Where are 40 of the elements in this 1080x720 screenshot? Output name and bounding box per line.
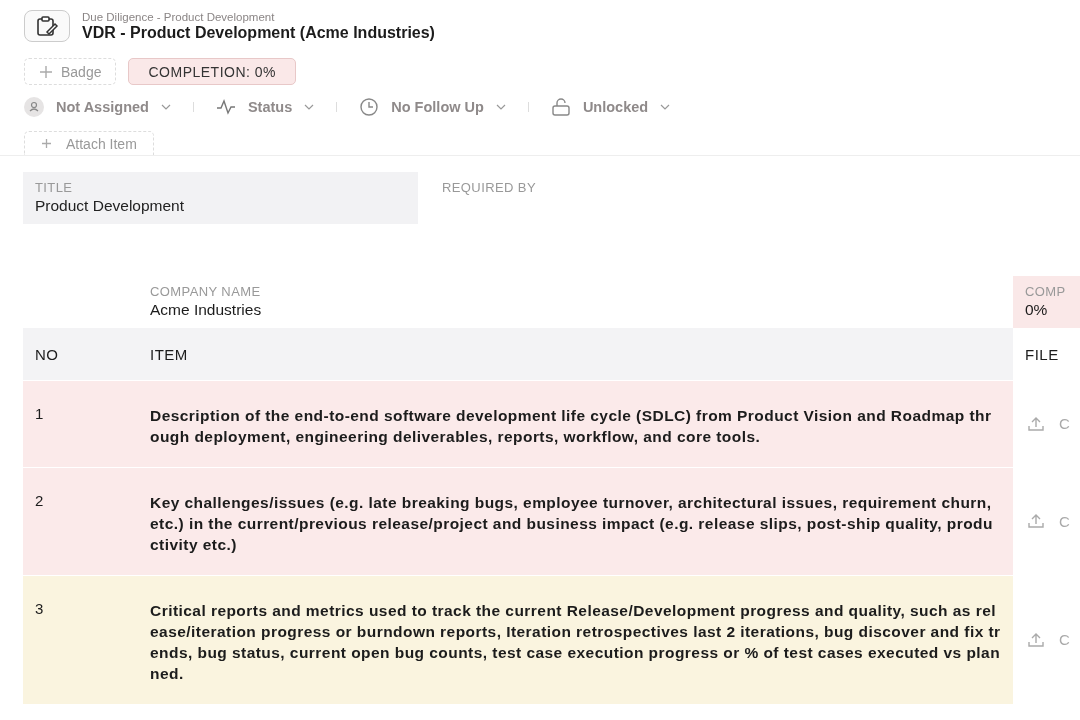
choose-file-link[interactable]: C <box>1059 631 1070 648</box>
form-field[interactable]: REQUIRED BY <box>430 172 825 224</box>
upload-icon[interactable] <box>1027 631 1045 648</box>
completion-badge: COMPLETION: 0% <box>128 58 297 85</box>
caret-icon <box>304 104 315 110</box>
form-field[interactable]: TITLE Product Development <box>23 172 418 224</box>
filter-dropdown[interactable]: Not Assigned <box>24 97 171 117</box>
clipboard-pencil-icon <box>24 10 70 42</box>
clock-icon <box>359 97 380 117</box>
choose-file-link[interactable]: C <box>1059 512 1070 530</box>
unlocked-lock-icon <box>550 98 571 116</box>
row-number: 2 <box>34 492 45 511</box>
caret-icon <box>495 104 506 110</box>
filter-dropdown[interactable]: Unlocked <box>550 98 671 116</box>
attach-item-button[interactable]: Attach Item <box>24 131 154 155</box>
plus-icon <box>41 138 52 149</box>
add-badge-button[interactable]: Badge <box>24 58 117 85</box>
person-icon <box>24 97 44 117</box>
page-title: VDR - Product Development (Acme Industries) <box>82 23 435 42</box>
caret-icon <box>160 104 171 110</box>
breadcrumb[interactable]: Due Diligence - Product Development <box>82 10 435 23</box>
plus-icon <box>39 64 53 79</box>
completion-summary: COMP 0% <box>1013 276 1080 328</box>
item-text: Critical reports and metrics used to track the current Release/Development progress and quality, such as release/iteration progress or burndown reports, Iteration retrospectives last 2 iterations, bug discover and fix trends, bug status, current open bug counts, test case execution progress or % of test cases executed vs planned. <box>150 601 1002 684</box>
company-name-label: COMPANY NAME <box>150 284 262 299</box>
table-row[interactable]: 1 Description of the end-to-end software development life cycle (SDLC) from Product Vision and Roadmap through deployment, engineering deliverables, reports, workflow, and core tools. <box>23 380 1013 467</box>
choose-file-link[interactable]: C <box>1059 415 1070 432</box>
row-number: 3 <box>34 600 45 619</box>
row-number: 1 <box>34 405 45 424</box>
item-text: Description of the end-to-end software development life cycle (SDLC) from Product Vision and Roadmap through deployment, engineering deliverables, reports, workflow, and core tools. <box>150 406 993 447</box>
table-row[interactable] <box>23 467 1013 575</box>
caret-icon <box>660 104 671 110</box>
upload-icon[interactable] <box>1027 513 1045 529</box>
filter-dropdown[interactable]: No Follow Up <box>359 97 506 117</box>
upload-icon[interactable] <box>1027 415 1045 432</box>
company-name-value: Acme Industries <box>150 301 263 319</box>
table-row[interactable] <box>23 575 1013 704</box>
item-text: Key challenges/issues (e.g. late breaking bugs, employee turnover, architectural issues, requirement churn, etc.) in the current/previous release/project and business impact (e.g. release slips, post-ship quality, productivity etc.) <box>150 493 994 555</box>
pulse-icon <box>215 99 236 115</box>
filter-dropdown[interactable]: Status <box>215 99 315 115</box>
